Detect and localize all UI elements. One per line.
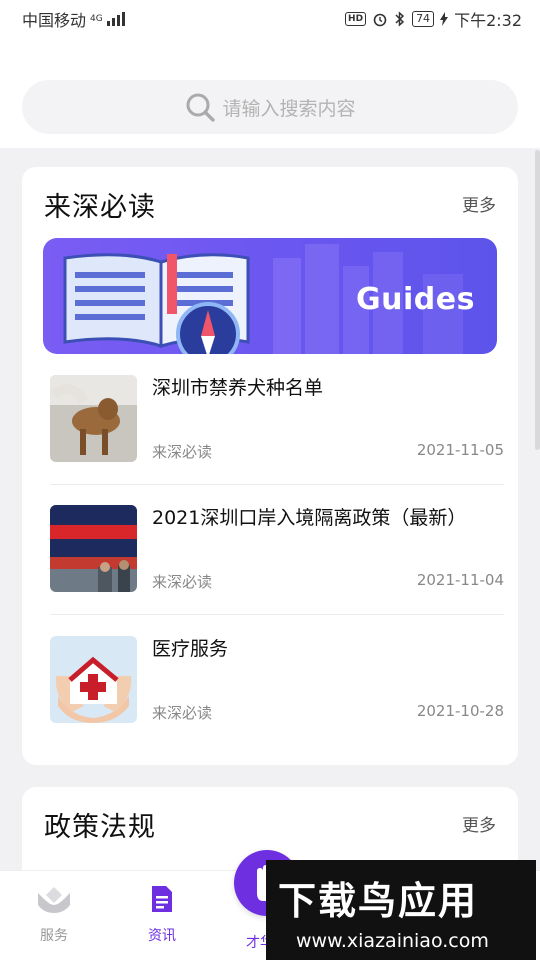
news-item[interactable]: 2021深圳口岸入境隔离政策（最新） 来深必读 2021-11-04: [50, 505, 504, 593]
banner-title: Guides: [356, 282, 475, 317]
news-title: 2021深圳口岸入境隔离政策（最新）: [152, 507, 467, 529]
news-category: 来深必读: [152, 443, 213, 461]
nav-news[interactable]: 资讯: [122, 883, 202, 945]
news-item[interactable]: 医疗服务 来深必读 2021-10-28: [50, 636, 504, 724]
watermark-url: www.xiazainiao.com: [296, 930, 489, 952]
alarm-icon: [373, 13, 387, 27]
hands-icon: [38, 887, 70, 913]
nav-label: 资讯: [148, 928, 176, 944]
news-date: 2021-11-05: [416, 441, 504, 459]
battery-icon: 74: [412, 11, 435, 27]
news-category: 来深必读: [152, 704, 213, 722]
scrollbar[interactable]: [535, 150, 540, 450]
network-type: 4G: [90, 13, 103, 24]
dog-thumbnail: [50, 375, 137, 462]
border-news-thumbnail: [50, 505, 137, 592]
news-item[interactable]: 深圳市禁养犬种名单 来深必读 2021-11-05: [50, 375, 504, 463]
search-icon: [186, 93, 216, 122]
document-icon: [152, 886, 172, 912]
signal-icon: [106, 12, 125, 26]
header: 请输入搜索内容: [0, 38, 540, 148]
status-bar: 中国移动 4G HD 74 下午2:32: [0, 0, 540, 38]
must-read-section: 来深必读 更多 Guides 深圳市禁养犬种名单 来深必读 2021-11-05…: [22, 167, 518, 765]
guides-banner[interactable]: Guides: [43, 238, 497, 354]
section-title: 来深必读: [44, 192, 156, 223]
charging-icon: [440, 12, 449, 26]
news-date: 2021-10-28: [416, 702, 504, 720]
section-title: 政策法规: [44, 812, 156, 843]
news-date: 2021-11-04: [416, 571, 504, 589]
carrier-label: 中国移动: [22, 11, 87, 30]
watermark-title: 下载鸟应用: [278, 879, 479, 923]
search-placeholder: 请输入搜索内容: [222, 97, 356, 120]
nav-label: 服务: [40, 928, 68, 944]
watermark-overlay: 下载鸟应用 www.xiazainiao.com: [266, 860, 536, 960]
nav-services[interactable]: 服务: [14, 883, 94, 945]
more-link[interactable]: 更多: [462, 811, 496, 836]
hd-icon: HD: [345, 12, 367, 26]
bluetooth-icon: [395, 11, 405, 27]
news-title: 医疗服务: [152, 638, 229, 660]
search-input[interactable]: 请输入搜索内容: [22, 80, 518, 134]
clock: 下午2:32: [454, 11, 522, 30]
divider: [50, 484, 504, 485]
divider: [50, 614, 504, 615]
news-title: 深圳市禁养犬种名单: [152, 377, 324, 399]
medical-thumbnail: [50, 636, 137, 723]
more-link[interactable]: 更多: [462, 191, 496, 216]
news-category: 来深必读: [152, 573, 213, 591]
